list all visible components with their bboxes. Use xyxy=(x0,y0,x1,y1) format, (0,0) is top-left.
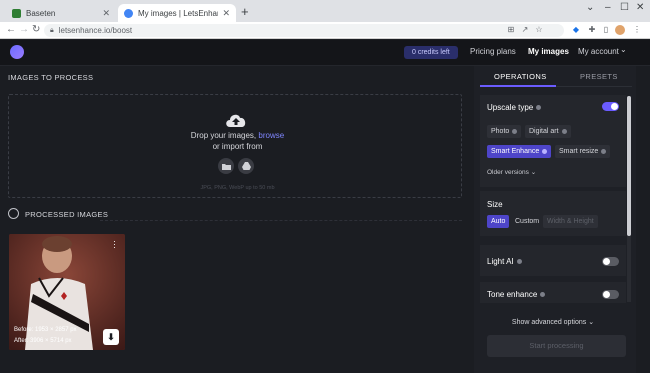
drop-text: Drop your images, xyxy=(190,131,257,140)
start-processing-button[interactable]: Start processing xyxy=(487,335,626,357)
size-title: Size xyxy=(487,200,503,209)
browse-link[interactable]: browse xyxy=(258,131,284,140)
address-bar-row: ← → ↻ 🔒︎ letsenhance.io/boost ⊞ ↗ ☆ ◆ ✚ … xyxy=(0,22,650,39)
info-icon[interactable] xyxy=(512,128,518,134)
before-size: Before: 1953 × 2857 px xyxy=(14,327,77,333)
upscale-type-toggle[interactable] xyxy=(602,102,619,111)
forward-icon[interactable]: → xyxy=(19,24,29,35)
thumbnail-menu-icon[interactable]: · · · xyxy=(113,237,116,252)
chevron-down-icon: ⌄ xyxy=(530,169,537,176)
file-types-hint: JPG, PNG, WebP up to 50 mb xyxy=(200,185,275,191)
folder-icon xyxy=(221,163,231,170)
after-size: After: 3906 × 5714 px xyxy=(14,338,72,344)
kebab-menu-icon[interactable]: ⋮ xyxy=(632,25,642,35)
nav-my-account[interactable]: My account xyxy=(578,47,619,56)
tone-enhance-label: Tone enhance xyxy=(487,290,538,299)
download-icon: ⬇ xyxy=(107,332,115,342)
size-option-auto[interactable]: Auto xyxy=(487,215,510,228)
google-drive-icon xyxy=(241,162,251,170)
chevron-down-icon[interactable]: ⌄ xyxy=(620,45,627,54)
size-option-width-height[interactable]: Width & Height xyxy=(543,215,598,228)
tab-letsenhance[interactable]: My images | LetsEnhance.io – Im ✕ xyxy=(118,4,236,22)
older-versions-dropdown[interactable]: Older versions ⌄ xyxy=(487,168,536,176)
light-ai-label: Light AI xyxy=(487,257,514,266)
chip-label: Smart resize xyxy=(559,148,599,155)
lock-icon: 🔒︎ xyxy=(50,26,54,34)
advanced-label: Show advanced options xyxy=(511,319,587,326)
operations-scrollbar-thumb[interactable] xyxy=(627,96,631,236)
letsenhance-favicon-icon xyxy=(124,8,133,18)
back-icon[interactable]: ← xyxy=(6,24,16,35)
new-tab-button[interactable]: + xyxy=(241,4,249,19)
close-icon[interactable]: ✕ xyxy=(102,8,110,19)
select-all-checkbox[interactable] xyxy=(8,208,19,219)
light-ai-title: Light AI xyxy=(487,257,522,266)
size-card xyxy=(480,191,626,236)
chip-label: Photo xyxy=(491,128,510,135)
app-header: 0 credits left Pricing plans My images M… xyxy=(0,40,650,66)
size-option-custom[interactable]: Custom xyxy=(511,215,543,228)
cloud-upload-icon xyxy=(226,114,246,127)
chip-label: Smart Enhance xyxy=(491,148,540,155)
folder-import-button[interactable] xyxy=(218,158,234,174)
tab-operations[interactable]: OPERATIONS xyxy=(494,72,547,81)
letsenhance-logo-icon[interactable] xyxy=(10,45,24,59)
window-close-icon[interactable]: ✕ xyxy=(636,2,644,13)
credits-badge[interactable]: 0 credits left xyxy=(404,46,458,59)
older-versions-label: Older versions xyxy=(487,169,529,176)
info-icon[interactable] xyxy=(516,259,522,265)
active-tab-indicator xyxy=(480,85,556,87)
side-panel-icon[interactable]: ▯ xyxy=(601,25,611,35)
tone-enhance-toggle[interactable] xyxy=(602,290,619,299)
url-text: letsenhance.io/boost xyxy=(58,26,133,35)
info-icon[interactable] xyxy=(561,128,567,134)
maximize-icon[interactable]: ☐ xyxy=(620,2,629,13)
tone-enhance-title: Tone enhance xyxy=(487,290,546,299)
show-advanced-options-button[interactable]: Show advanced options ⌄ xyxy=(480,318,626,326)
chip-label: Digital art xyxy=(529,128,559,135)
drop-instructions: Drop your images, browse xyxy=(150,131,325,140)
info-icon[interactable] xyxy=(540,292,546,298)
reload-icon[interactable]: ↻ xyxy=(32,24,40,35)
info-icon[interactable] xyxy=(601,148,607,154)
extension-blue-icon[interactable]: ◆ xyxy=(571,25,581,35)
tab-baseten[interactable]: Baseten ✕ xyxy=(6,4,116,22)
baseten-favicon-icon xyxy=(12,8,21,18)
info-icon[interactable] xyxy=(536,105,542,111)
share-icon[interactable]: ↗ xyxy=(520,25,530,35)
tab-presets[interactable]: PRESETS xyxy=(580,72,618,81)
chevron-down-icon: ⌄ xyxy=(588,319,595,326)
tab-title: Baseten xyxy=(26,8,56,18)
light-ai-toggle[interactable] xyxy=(602,257,619,266)
toggle-knob xyxy=(603,258,610,265)
minimize-icon[interactable]: – xyxy=(605,2,611,13)
url-field[interactable]: 🔒︎ letsenhance.io/boost xyxy=(44,24,564,37)
upscale-option-photo[interactable]: Photo xyxy=(487,125,522,138)
tab-title: My images | LetsEnhance.io – Im xyxy=(138,8,218,18)
nav-my-images[interactable]: My images xyxy=(528,47,569,56)
download-button[interactable]: ⬇ xyxy=(103,329,119,345)
upscale-option-smart-resize[interactable]: Smart resize xyxy=(555,145,611,158)
google-drive-import-button[interactable] xyxy=(238,158,254,174)
toggle-knob xyxy=(611,103,618,110)
upscale-option-digital-art[interactable]: Digital art xyxy=(525,125,571,138)
info-icon[interactable] xyxy=(542,148,548,154)
profile-avatar-icon[interactable] xyxy=(615,25,625,35)
processed-images-title: PROCESSED IMAGES xyxy=(25,210,109,219)
upscale-option-smart-enhance[interactable]: Smart Enhance xyxy=(487,145,552,158)
extensions-puzzle-icon[interactable]: ✚ xyxy=(587,25,597,35)
toggle-knob xyxy=(603,291,610,298)
upscale-type-label: Upscale type xyxy=(487,103,534,112)
browser-tab-strip: Baseten ✕ My images | LetsEnhance.io – I… xyxy=(0,0,650,22)
import-text: or import from xyxy=(212,142,263,151)
upscale-type-title: Upscale type xyxy=(487,103,542,112)
images-to-process-title: IMAGES TO PROCESS xyxy=(8,73,94,82)
bookmark-star-icon[interactable]: ☆ xyxy=(534,25,544,35)
close-icon[interactable]: ✕ xyxy=(222,8,230,19)
section-divider xyxy=(100,220,462,221)
chevron-down-icon[interactable]: ⌄ xyxy=(586,2,594,13)
nav-pricing-plans[interactable]: Pricing plans xyxy=(470,47,516,56)
translate-icon[interactable]: ⊞ xyxy=(506,25,516,35)
